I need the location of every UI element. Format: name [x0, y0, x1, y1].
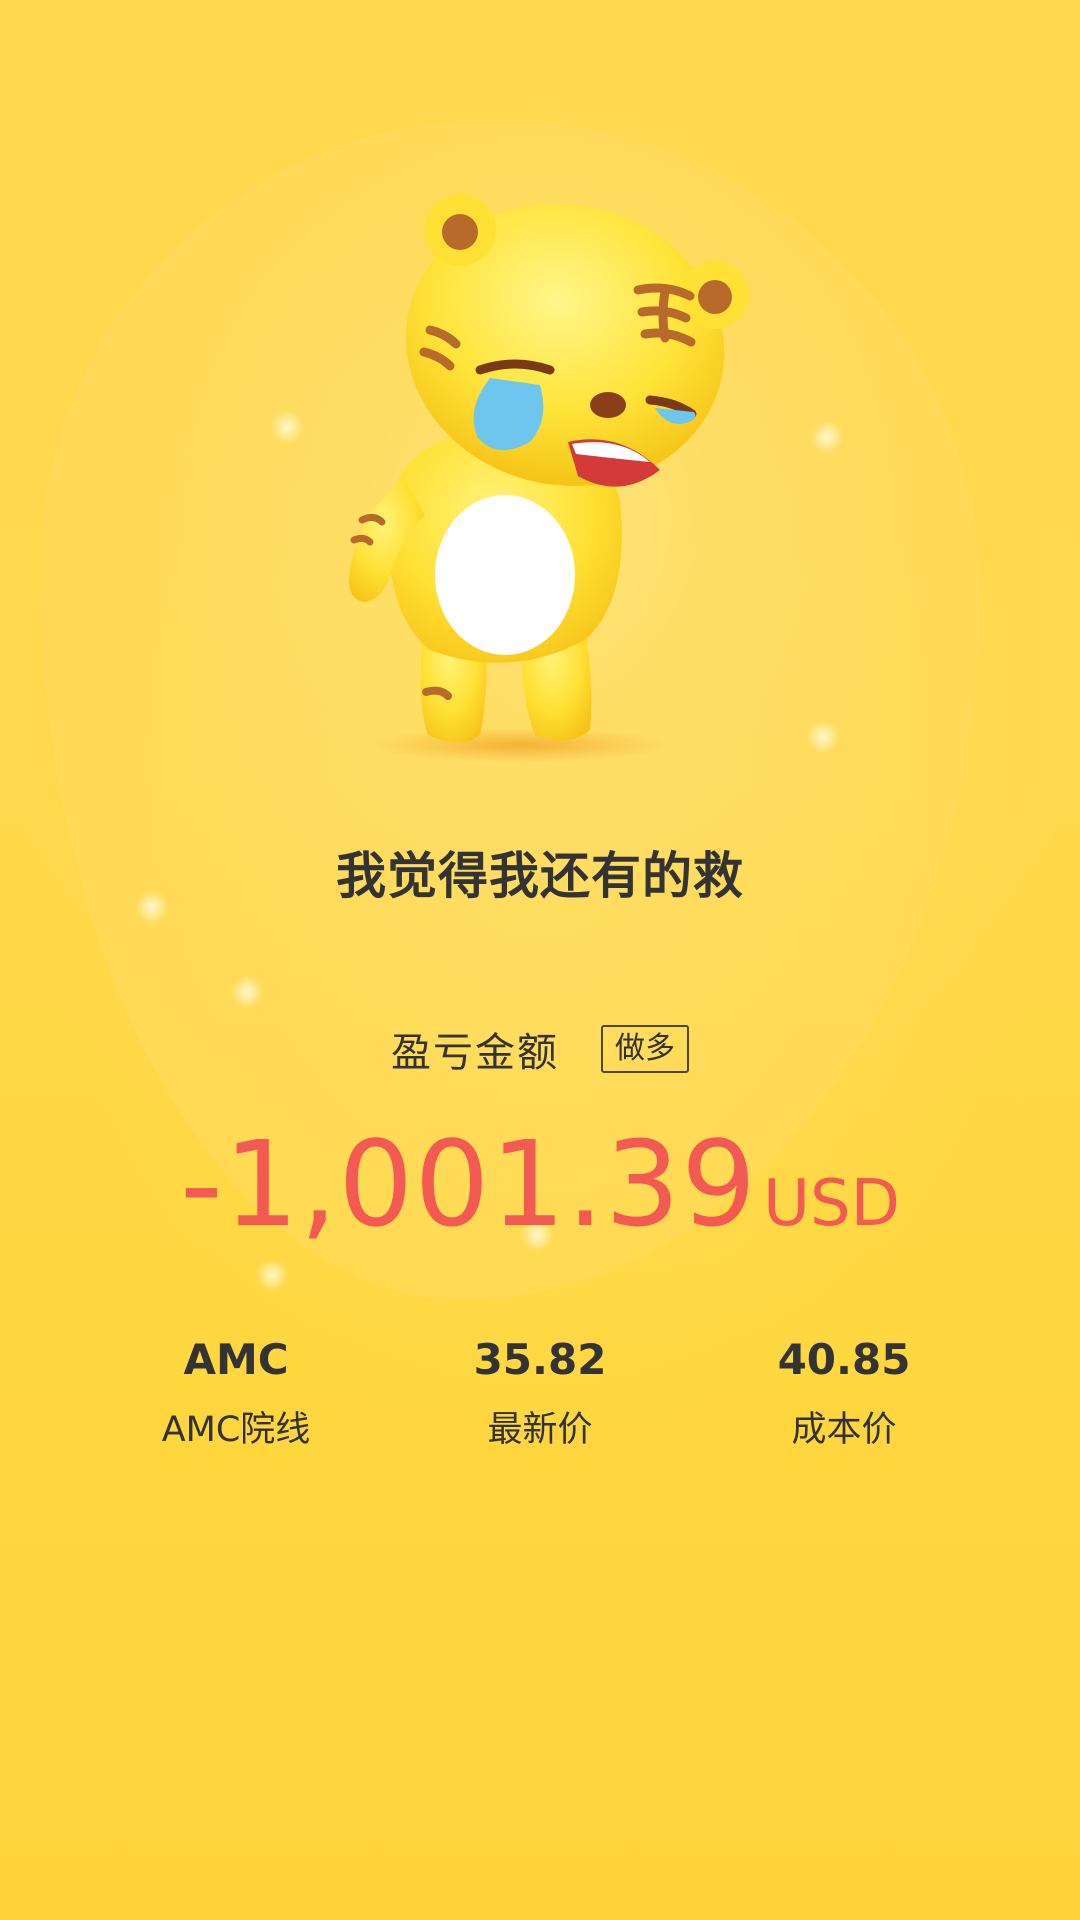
crying-tiger-mascot-icon [349, 194, 749, 763]
position-direction-badge: 做多 [601, 1025, 689, 1073]
stat-value: AMC [183, 1335, 289, 1384]
sparkle-icon [270, 410, 304, 444]
stat-value: 35.82 [473, 1335, 607, 1384]
sparkle-icon [255, 1258, 289, 1292]
profit-loss-label: 盈亏金额 [391, 1030, 559, 1076]
stat-label: 最新价 [487, 1410, 593, 1450]
stat-value: 40.85 [777, 1335, 911, 1384]
stat-label: AMC院线 [161, 1410, 311, 1450]
stat-symbol: AMC AMC院线 [86, 1332, 386, 1454]
sparkle-icon [806, 720, 840, 754]
profit-loss-amount: -1,001.39 USD [0, 1115, 1080, 1253]
stat-label: 成本价 [791, 1410, 897, 1450]
sparkle-icon [230, 975, 264, 1009]
stat-cost-price: 40.85 成本价 [694, 1332, 994, 1454]
profit-loss-header: 盈亏金额 做多 [0, 1020, 1080, 1078]
amount-currency: USD [763, 1167, 900, 1241]
amount-value: -1,001.39 [180, 1115, 758, 1253]
stat-latest-price: 35.82 最新价 [390, 1332, 690, 1454]
headline-text: 我觉得我还有的救 [336, 847, 744, 905]
sparkle-icon [810, 420, 844, 454]
